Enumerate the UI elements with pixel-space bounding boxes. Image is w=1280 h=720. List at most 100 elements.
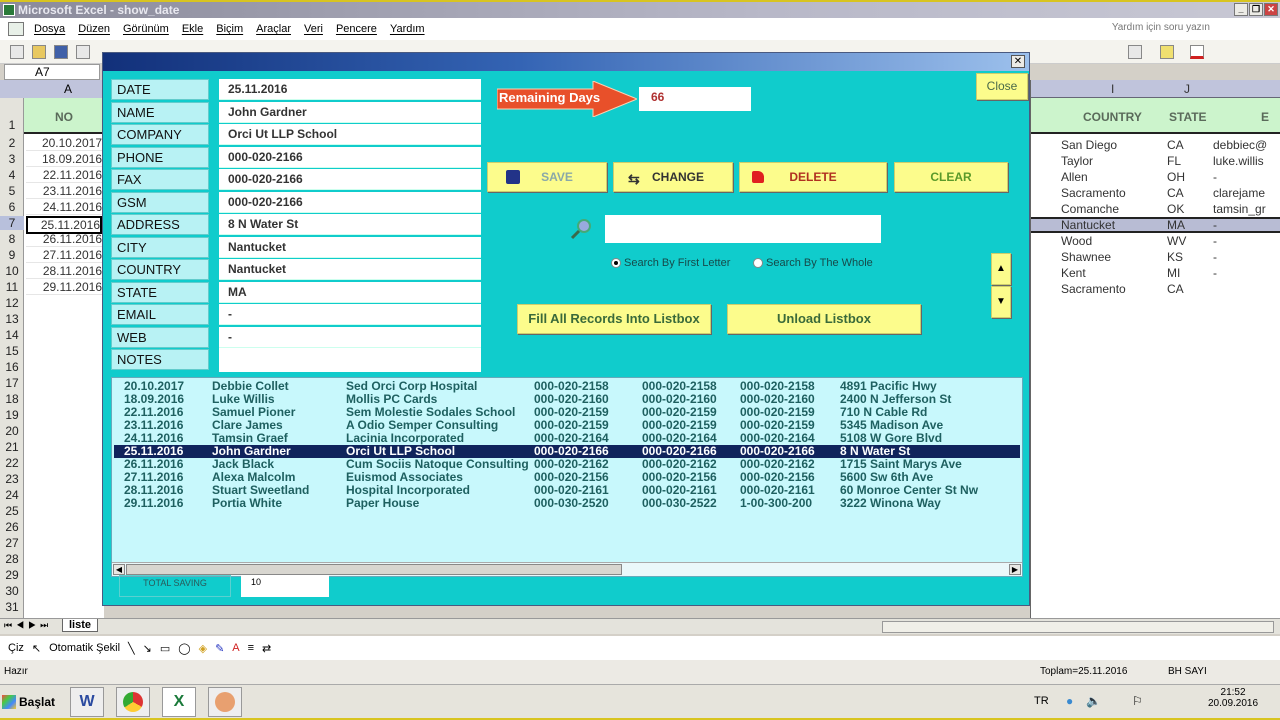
menu-veri[interactable]: Veri xyxy=(304,23,323,35)
row-header[interactable]: 10 xyxy=(0,264,24,278)
row-header[interactable]: 20 xyxy=(0,424,24,438)
column-header-j[interactable]: J xyxy=(1184,82,1190,96)
sheet-cell[interactable]: clarejame xyxy=(1213,186,1265,200)
row-header[interactable]: 25 xyxy=(0,504,24,518)
menu-bicim[interactable]: Biçim xyxy=(216,23,243,35)
row-header[interactable]: 12 xyxy=(0,296,24,310)
unload-listbox-button[interactable]: Unload Listbox xyxy=(727,304,921,334)
fill-listbox-button[interactable]: Fill All Records Into Listbox xyxy=(517,304,711,334)
sheet-hscrollbar[interactable] xyxy=(882,621,1274,633)
sheet-cell[interactable]: Sacramento xyxy=(1061,186,1126,200)
field-input-web[interactable]: - xyxy=(219,326,481,348)
row-header[interactable]: 5 xyxy=(0,184,24,198)
menu-yardim[interactable]: Yardım xyxy=(390,23,425,35)
sheet-cell[interactable]: OH xyxy=(1167,170,1185,184)
remaining-days-value[interactable]: 66 xyxy=(639,87,751,111)
rectangle-icon[interactable]: ▭ xyxy=(160,642,170,655)
cell-a[interactable]: 23.11.2016 xyxy=(26,184,102,199)
row-header[interactable]: 21 xyxy=(0,440,24,454)
row-header[interactable]: 27 xyxy=(0,536,24,550)
cell-a[interactable]: 24.11.2016 xyxy=(26,200,102,215)
sheet-cell[interactable]: - xyxy=(1213,266,1217,280)
menu-ekle[interactable]: Ekle xyxy=(182,23,203,35)
name-box[interactable]: A7 xyxy=(4,64,100,80)
taskbar-word[interactable]: W xyxy=(70,687,104,717)
sheet-cell[interactable]: Shawnee xyxy=(1061,250,1111,264)
row-header[interactable]: 16 xyxy=(0,360,24,374)
row-header[interactable]: 17 xyxy=(0,376,24,390)
tray-network-icon[interactable]: ● xyxy=(1066,694,1073,708)
sheet-cell[interactable]: - xyxy=(1213,170,1217,184)
form-titlebar[interactable] xyxy=(103,53,1029,71)
column-header-a[interactable]: A xyxy=(64,82,72,96)
new-file-icon[interactable] xyxy=(10,45,24,59)
oval-icon[interactable]: ◯ xyxy=(178,642,190,655)
sheet-cell[interactable]: San Diego xyxy=(1061,138,1117,152)
cell-a[interactable]: 29.11.2016 xyxy=(26,280,102,295)
close-button[interactable]: Close xyxy=(976,73,1028,100)
fill-bucket-icon[interactable]: ◈ xyxy=(199,642,207,655)
permission-icon[interactable] xyxy=(76,45,90,59)
row-header[interactable]: 13 xyxy=(0,312,24,326)
sheet-cell[interactable]: - xyxy=(1213,218,1217,232)
row-header[interactable]: 4 xyxy=(0,168,24,182)
open-folder-icon[interactable] xyxy=(32,45,46,59)
menu-pencere[interactable]: Pencere xyxy=(336,23,377,35)
sheet-cell[interactable]: MI xyxy=(1167,266,1180,280)
change-button[interactable]: ⇆ CHANGE xyxy=(613,162,733,192)
workbook-icon[interactable] xyxy=(8,22,24,36)
column-header-i[interactable]: I xyxy=(1111,82,1114,96)
form-close-x-button[interactable]: ✕ xyxy=(1011,55,1025,68)
row-header[interactable]: 7 xyxy=(0,216,24,230)
row-header[interactable]: 6 xyxy=(0,200,24,214)
draw-menu[interactable]: Çiz xyxy=(8,642,24,654)
row-header[interactable]: 30 xyxy=(0,584,24,598)
close-window-button[interactable]: ✕ xyxy=(1264,3,1278,16)
field-input-name[interactable]: John Gardner xyxy=(219,101,481,123)
select-pointer-icon[interactable]: ↖ xyxy=(32,642,41,655)
sheet-nav-arrows[interactable]: ⏮◀▶⏭ xyxy=(4,620,52,631)
sheet-cell[interactable]: WV xyxy=(1167,234,1186,248)
row-header[interactable]: 29 xyxy=(0,568,24,582)
scroll-thumb[interactable] xyxy=(126,564,622,575)
field-input-date[interactable]: 25.11.2016 xyxy=(219,79,481,100)
sheet-area-right[interactable]: I J COUNTRY STATE E San Diego CA debbiec@ T… xyxy=(1030,80,1280,620)
row-header[interactable]: 14 xyxy=(0,328,24,342)
sheet-cell[interactable]: Wood xyxy=(1061,234,1092,248)
borders-icon[interactable] xyxy=(1128,45,1142,59)
row-header[interactable]: 3 xyxy=(0,152,24,166)
row-header[interactable]: 24 xyxy=(0,488,24,502)
radio-search-whole[interactable]: Search By The Whole xyxy=(753,257,873,269)
sheet-cell[interactable]: - xyxy=(1213,234,1217,248)
row-header[interactable]: 18 xyxy=(0,392,24,406)
row-header[interactable]: 23 xyxy=(0,472,24,486)
listbox-row[interactable]: 29.11.2016 Portia White Paper House 000-030… xyxy=(114,497,1020,510)
field-input-phone[interactable]: 000-020-2166 xyxy=(219,146,481,168)
clock[interactable]: 21:52 20.09.2016 xyxy=(1208,687,1258,709)
sheet-cell[interactable]: - xyxy=(1213,250,1217,264)
field-input-address[interactable]: 8 N Water St xyxy=(219,214,481,235)
field-input-state[interactable]: MA xyxy=(219,281,481,303)
language-indicator[interactable]: TR xyxy=(1034,695,1049,707)
move-up-button[interactable]: ▲ xyxy=(991,253,1011,285)
move-down-button[interactable]: ▼ xyxy=(991,286,1011,318)
radio-search-first-letter[interactable]: Search By First Letter xyxy=(611,257,730,269)
row-header[interactable]: 1 xyxy=(0,118,24,132)
arrow-style-icon[interactable]: ⇄ xyxy=(262,642,271,655)
line-style-icon[interactable]: ≡ xyxy=(248,642,254,654)
cell-a[interactable]: 27.11.2016 xyxy=(26,248,102,263)
menu-araclar[interactable]: Araçlar xyxy=(256,23,291,35)
sheet-cell[interactable]: Kent xyxy=(1061,266,1086,280)
cell-a[interactable]: 22.11.2016 xyxy=(26,168,102,183)
line-color-icon[interactable]: ✎ xyxy=(215,642,224,655)
records-listbox[interactable]: 20.10.2017 Debbie Collet Sed Orci Corp Hos… xyxy=(111,377,1023,577)
menu-duzen[interactable]: Düzen xyxy=(78,23,110,35)
sheet-cell[interactable]: debbiec@ xyxy=(1213,138,1267,152)
row-header[interactable]: 26 xyxy=(0,520,24,534)
scroll-right-arrow[interactable]: ▶ xyxy=(1009,564,1021,575)
sheet-cell[interactable]: Taylor xyxy=(1061,154,1093,168)
notes-field[interactable] xyxy=(219,348,481,372)
font-color-draw-icon[interactable]: A xyxy=(232,642,239,654)
sheet-cell[interactable]: CA xyxy=(1167,282,1184,296)
sheet-cell[interactable]: Comanche xyxy=(1061,202,1119,216)
